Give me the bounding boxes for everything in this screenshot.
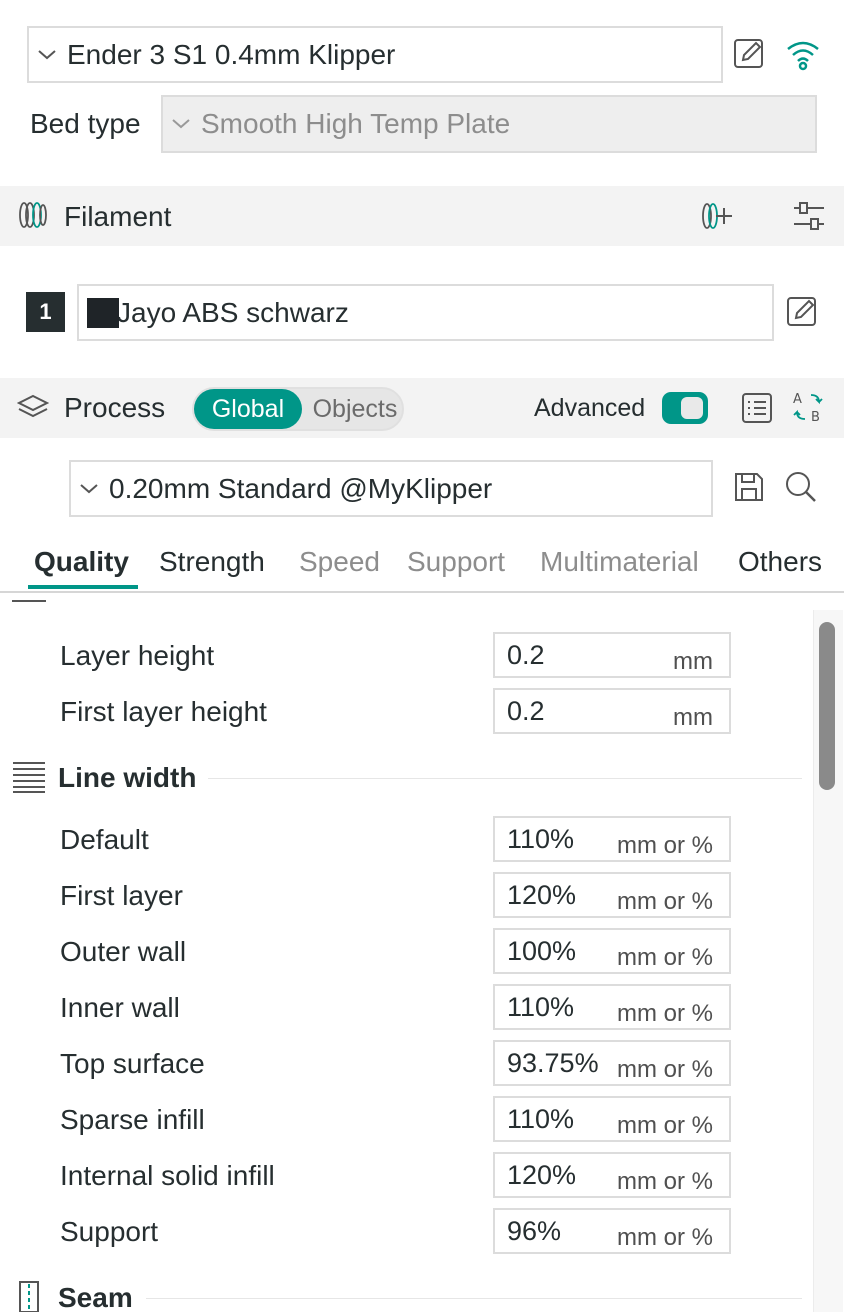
bed-type-value: Smooth High Temp Plate	[201, 108, 511, 139]
tab-strength[interactable]: Strength	[159, 546, 265, 578]
lw-first-layer-input[interactable]: 120% mm or %	[493, 872, 731, 918]
lw-internal-solid-infill-input[interactable]: 120% mm or %	[493, 1152, 731, 1198]
process-title: Process	[64, 392, 166, 423]
svg-text:B: B	[811, 410, 820, 425]
filament-color-swatch	[87, 298, 119, 328]
scrollbar-thumb[interactable]	[819, 622, 835, 790]
field-value: 93.75%	[507, 1048, 599, 1078]
filament-settings-icon[interactable]	[792, 200, 826, 237]
toggle-knob	[681, 397, 703, 419]
field-unit: mm or %	[617, 1112, 713, 1139]
filament-name: Jayo ABS schwarz	[117, 296, 349, 328]
tab-multimaterial[interactable]: Multimaterial	[540, 546, 699, 578]
seam-divider	[146, 1298, 802, 1299]
global-tab[interactable]: Global	[194, 389, 302, 429]
lw-sparse-infill-label: Sparse infill	[60, 1104, 205, 1135]
filament-icon	[17, 200, 47, 235]
filament-header: Filament	[0, 186, 844, 246]
layer-height-group-icon	[12, 594, 46, 610]
filament-select[interactable]: Jayo ABS schwarz	[77, 284, 774, 341]
objects-tab[interactable]: Objects	[306, 389, 404, 429]
field-unit: mm	[673, 704, 713, 731]
field-value: 96%	[507, 1216, 562, 1246]
lw-support-label: Support	[60, 1216, 159, 1247]
lw-first-layer-label: First layer	[60, 880, 183, 911]
translate-icon[interactable]: AB	[791, 389, 827, 430]
tab-quality[interactable]: Quality	[34, 546, 129, 578]
layers-icon	[16, 392, 50, 429]
field-value: 110%	[507, 992, 575, 1022]
lw-default-label: Default	[60, 824, 149, 855]
lw-top-surface-label: Top surface	[60, 1048, 205, 1079]
global-objects-switch[interactable]: Global Objects	[192, 387, 404, 431]
field-value: 110%	[507, 824, 575, 854]
chevron-down-icon	[37, 45, 57, 65]
layer-height-input[interactable]: 0.2 mm	[493, 632, 731, 678]
wifi-icon[interactable]	[783, 34, 823, 74]
process-preset-value: 0.20mm Standard @MyKlipper	[109, 472, 493, 504]
lw-support-input[interactable]: 96% mm or %	[493, 1208, 731, 1254]
add-filament-icon[interactable]	[700, 200, 736, 237]
seam-icon	[12, 1280, 46, 1312]
lw-top-surface-input[interactable]: 93.75% mm or %	[493, 1040, 731, 1086]
edit-printer-icon[interactable]	[731, 36, 767, 72]
lw-inner-wall-label: Inner wall	[60, 992, 180, 1023]
filament-index: 1	[39, 299, 52, 324]
printer-preset-value: Ender 3 S1 0.4mm Klipper	[67, 38, 396, 70]
lw-inner-wall-input[interactable]: 110% mm or %	[493, 984, 731, 1030]
bed-type-label: Bed type	[30, 108, 141, 139]
field-unit: mm or %	[617, 1000, 713, 1027]
field-unit: mm or %	[617, 1224, 713, 1251]
field-value: 120%	[507, 1160, 577, 1190]
field-unit: mm	[673, 648, 713, 675]
chevron-down-icon	[171, 114, 191, 134]
field-value: 0.2	[507, 696, 545, 726]
field-value: 120%	[507, 880, 577, 910]
lw-sparse-infill-input[interactable]: 110% mm or %	[493, 1096, 731, 1142]
layer-height-label: Layer height	[60, 640, 215, 671]
active-tab-indicator	[28, 585, 138, 589]
field-value: 110%	[507, 1104, 575, 1134]
field-unit: mm or %	[617, 832, 713, 859]
lw-internal-solid-infill-label: Internal solid infill	[60, 1160, 275, 1191]
svg-text:A: A	[793, 392, 802, 407]
tabs-divider	[0, 591, 844, 593]
chevron-down-icon	[79, 479, 99, 499]
seam-title: Seam	[58, 1282, 133, 1312]
printer-preset-select[interactable]: Ender 3 S1 0.4mm Klipper	[27, 26, 723, 83]
first-layer-height-input[interactable]: 0.2 mm	[493, 688, 731, 734]
tab-speed[interactable]: Speed	[299, 546, 380, 578]
lw-outer-wall-input[interactable]: 100% mm or %	[493, 928, 731, 974]
tab-support[interactable]: Support	[407, 546, 505, 578]
lw-default-input[interactable]: 110% mm or %	[493, 816, 731, 862]
search-icon[interactable]	[784, 470, 818, 509]
field-unit: mm or %	[617, 888, 713, 915]
save-icon[interactable]	[732, 470, 766, 509]
lw-outer-wall-label: Outer wall	[60, 936, 187, 967]
field-unit: mm or %	[617, 1056, 713, 1083]
compare-list-icon[interactable]	[740, 391, 774, 430]
filament-title: Filament	[64, 201, 172, 232]
process-preset-select[interactable]: 0.20mm Standard @MyKlipper	[69, 460, 713, 517]
edit-filament-icon[interactable]	[784, 294, 820, 330]
advanced-toggle[interactable]	[662, 392, 708, 424]
field-value: 0.2	[507, 640, 545, 670]
advanced-label: Advanced	[534, 394, 646, 422]
first-layer-height-label: First layer height	[60, 696, 267, 727]
bed-type-select[interactable]: Smooth High Temp Plate	[161, 95, 817, 153]
line-width-icon	[12, 760, 46, 799]
filament-index-badge: 1	[26, 292, 65, 332]
field-unit: mm or %	[617, 1168, 713, 1195]
line-width-title: Line width	[58, 762, 197, 793]
field-value: 100%	[507, 936, 577, 966]
field-unit: mm or %	[617, 944, 713, 971]
tab-others[interactable]: Others	[738, 546, 822, 578]
line-width-divider	[208, 778, 802, 779]
